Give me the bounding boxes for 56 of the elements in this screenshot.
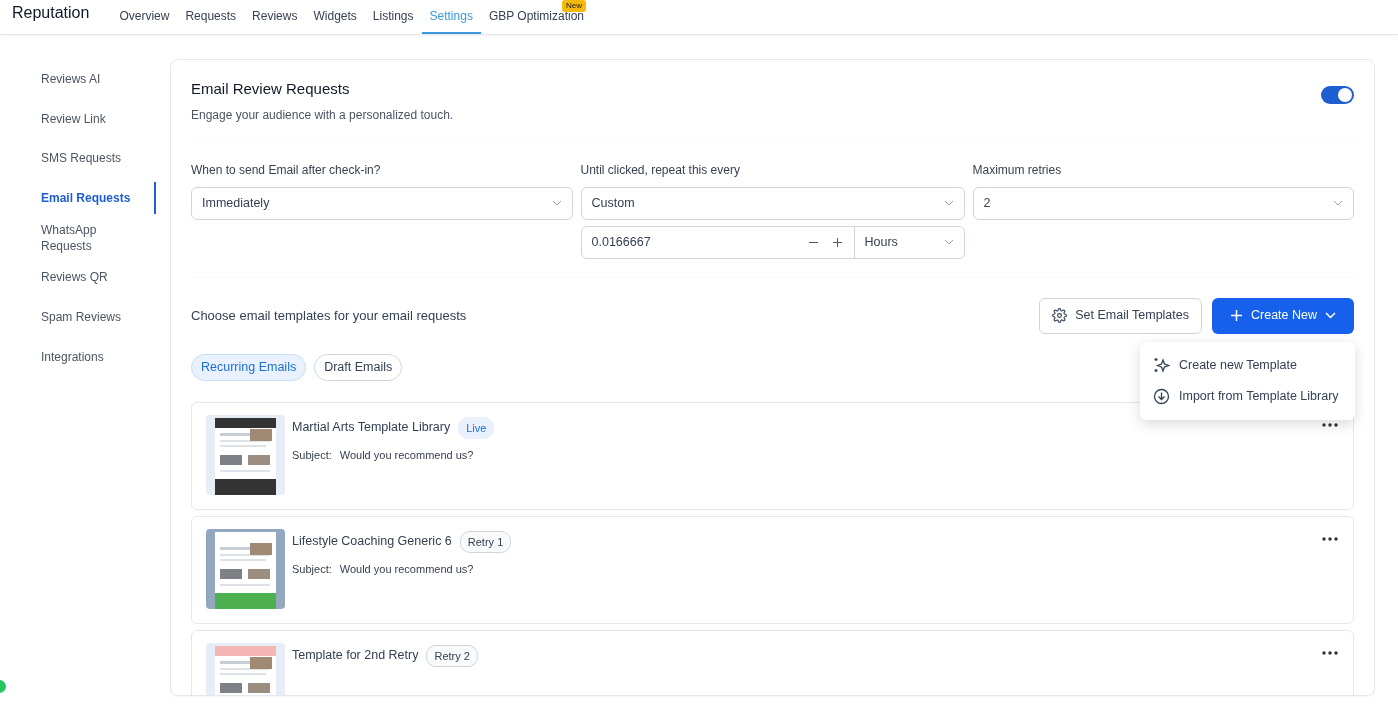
unit-select[interactable]: Hours: [853, 226, 964, 258]
sparkle-icon: [1153, 356, 1170, 374]
chevron-down-icon: [1325, 312, 1336, 319]
sidebar-item[interactable]: SMS Requests: [0, 142, 156, 175]
field-label: Maximum retries: [972, 161, 1063, 179]
section-heading: Choose email templates for your email requests: [191, 306, 467, 325]
more-icon: [1322, 651, 1338, 656]
status-badge: Live: [458, 416, 495, 439]
template-name: Lifestyle Coaching Generic 6: [292, 533, 452, 551]
subject-label: Subject:: [292, 448, 332, 463]
field-label: Until clicked, repeat this every: [580, 161, 741, 179]
nav-tab[interactable]: Widgets: [305, 0, 365, 34]
chevron-down-icon: [943, 239, 954, 245]
section-title: Email Review Requests: [191, 79, 351, 99]
sidebar-item[interactable]: Integrations: [0, 340, 156, 373]
sidebar-item[interactable]: Reviews QR: [0, 261, 156, 294]
plus-icon: [832, 237, 843, 249]
brand-title: Reputation: [12, 3, 90, 23]
menu-item[interactable]: Import from Template Library: [1140, 380, 1355, 412]
sidebar-item[interactable]: Reviews AI: [0, 63, 156, 95]
set-templates-button[interactable]: Set Email Templates: [1039, 297, 1202, 334]
sidebar-item[interactable]: Spam Reviews: [0, 301, 156, 334]
subject-text: Would you recommend us?: [339, 562, 474, 577]
toggle-switch[interactable]: [1321, 85, 1354, 104]
more-icon: [1322, 537, 1338, 542]
sidebar-item[interactable]: Email Requests: [0, 182, 156, 215]
more-icon: [1322, 423, 1338, 428]
nav-tab[interactable]: Requests: [177, 0, 245, 34]
nav-tab[interactable]: Listings: [364, 0, 422, 34]
chevron-down-icon: [943, 200, 954, 206]
nav-tab[interactable]: Overview: [111, 0, 178, 34]
menu-item[interactable]: Create new Template: [1140, 350, 1355, 381]
section-subtitle: Engage your audience with a personalized touch.: [191, 106, 454, 124]
create-new-button[interactable]: Create New: [1212, 297, 1354, 334]
download-icon: [1153, 387, 1170, 405]
field-label: When to send Email after check-in?: [191, 161, 382, 179]
chevron-down-icon: [551, 200, 562, 206]
select-field[interactable]: Immediately: [191, 186, 573, 220]
select-field[interactable]: 2: [972, 186, 1354, 220]
nav-tab[interactable]: Reviews: [244, 0, 306, 34]
number-field[interactable]: 0.0166667 Hours: [580, 225, 965, 259]
subject-text: Would you recommend us?: [339, 448, 474, 463]
filter-chip[interactable]: Recurring Emails: [191, 353, 307, 381]
new-badge: New: [562, 0, 587, 12]
sidebar-item[interactable]: Review Link: [0, 102, 156, 135]
filter-chip[interactable]: Draft Emails: [314, 353, 403, 381]
status-badge: Retry 2: [426, 644, 478, 667]
subject-label: Subject:: [292, 562, 332, 577]
settings-icon: [1052, 308, 1068, 323]
plus-icon: [1230, 309, 1243, 322]
template-name: Martial Arts Template Library: [292, 419, 451, 437]
template-name: Template for 2nd Retry: [292, 647, 419, 665]
select-field[interactable]: Custom: [580, 186, 965, 220]
sidebar-item[interactable]: WhatsApp Requests: [0, 221, 156, 254]
chevron-down-icon: [1333, 200, 1343, 206]
status-badge: Retry 1: [459, 530, 512, 553]
